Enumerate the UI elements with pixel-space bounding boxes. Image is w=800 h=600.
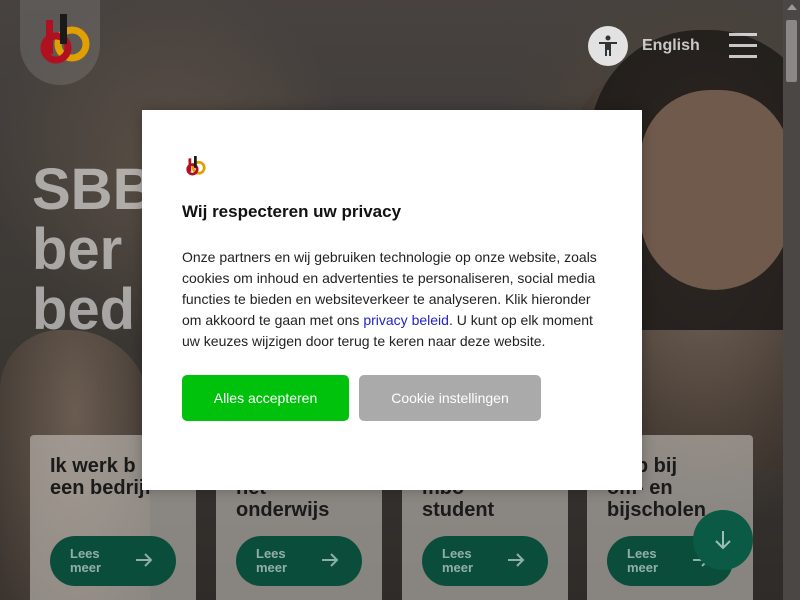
scroll-up-arrow-icon[interactable] bbox=[787, 4, 797, 10]
scrollbar[interactable] bbox=[783, 0, 800, 600]
privacy-policy-link[interactable]: privacy beleid bbox=[363, 312, 449, 328]
accept-all-button[interactable]: Alles accepteren bbox=[182, 375, 349, 421]
cookie-consent-dialog: Wij respecteren uw privacy Onze partners… bbox=[142, 110, 642, 490]
scrollbar-thumb[interactable] bbox=[786, 20, 797, 82]
cookie-settings-button[interactable]: Cookie instellingen bbox=[359, 375, 541, 421]
sbb-logo bbox=[186, 156, 206, 176]
dialog-title: Wij respecteren uw privacy bbox=[182, 202, 402, 221]
dialog-body: Onze partners en wij gebruiken technolog… bbox=[182, 247, 612, 352]
